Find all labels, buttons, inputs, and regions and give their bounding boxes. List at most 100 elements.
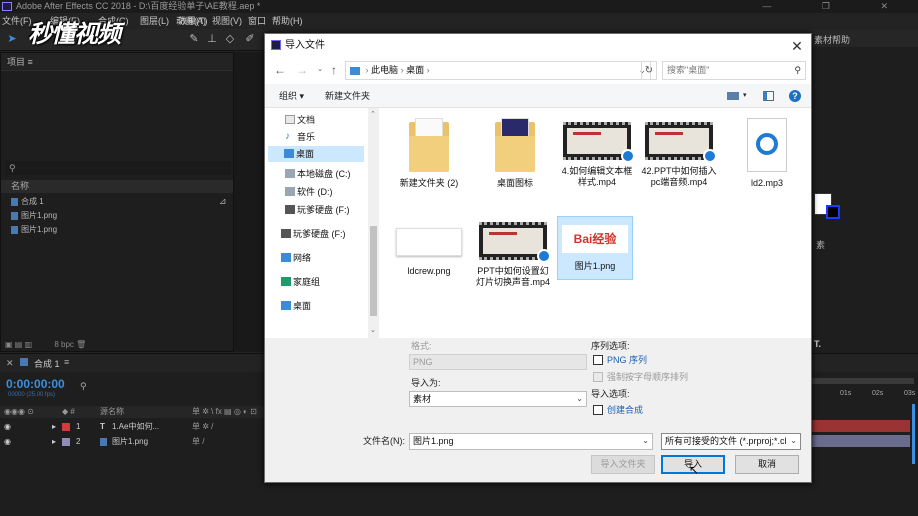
timeline-tab[interactable]: 合成 1 bbox=[34, 357, 60, 370]
nav-item-music[interactable]: ♪ 音乐 bbox=[269, 129, 369, 145]
file-item[interactable]: ldcrew.png bbox=[391, 220, 467, 277]
back-arrow-icon[interactable]: ← bbox=[273, 63, 287, 77]
expand-icon[interactable]: ▸ bbox=[52, 420, 56, 434]
create-composition-label[interactable]: 创建合成 bbox=[607, 404, 643, 416]
view-options-icon[interactable] bbox=[727, 92, 739, 100]
menu-help[interactable]: 帮助(H) bbox=[272, 13, 303, 29]
file-item[interactable]: 桌面图标 bbox=[477, 116, 553, 189]
right-panel-tabs[interactable]: 素材帮助 bbox=[812, 33, 918, 47]
nav-item-drive-f-2[interactable]: 玩爹硬盘 (F:) bbox=[265, 226, 365, 242]
layer-switches[interactable]: 单 / bbox=[192, 435, 204, 449]
eye-icon[interactable]: ◉ bbox=[4, 420, 11, 434]
create-composition-checkbox[interactable] bbox=[593, 405, 603, 415]
force-alphabetical-checkbox[interactable] bbox=[593, 372, 603, 382]
menu-view[interactable]: 视图(V) bbox=[212, 13, 242, 29]
project-item[interactable]: 图片1.png bbox=[11, 210, 57, 221]
import-as-select[interactable]: 素材 ⌄ bbox=[409, 391, 587, 407]
project-footer: ▣ ▤ ▥ 8 bpc 🗑 bbox=[5, 340, 87, 349]
breadcrumb-pc[interactable]: 此电脑 bbox=[371, 65, 398, 75]
stroke-color-swatch[interactable] bbox=[826, 205, 840, 219]
nav-item-drive-c[interactable]: 本地磁盘 (C:) bbox=[269, 166, 369, 182]
right-panels: 素材帮助 素 T. bbox=[812, 33, 918, 353]
address-bar[interactable]: › 此电脑 › 桌面 › ⌄ bbox=[345, 61, 651, 80]
eye-icon[interactable]: ◉ bbox=[4, 435, 11, 449]
work-area-bar[interactable] bbox=[812, 378, 914, 384]
layer-track-bar[interactable] bbox=[812, 420, 910, 432]
file-item[interactable]: 4.如何编辑文本框样式.mp4 bbox=[559, 116, 635, 188]
panel-menu-icon[interactable]: ≡ bbox=[64, 357, 69, 367]
label-color[interactable] bbox=[62, 438, 70, 446]
label-color[interactable] bbox=[62, 423, 70, 431]
breadcrumb-desktop[interactable]: 桌面 bbox=[406, 65, 424, 75]
organize-button[interactable]: 组织 ▾ bbox=[279, 84, 304, 108]
filename-input[interactable]: 图片1.png ⌄ bbox=[409, 433, 653, 450]
nav-item-desktop-2[interactable]: 桌面 bbox=[265, 298, 365, 314]
close-icon[interactable]: ✕ bbox=[789, 37, 805, 55]
layer-name[interactable]: 1.Ae中如何... bbox=[112, 420, 159, 434]
file-item[interactable]: 新建文件夹 (2) bbox=[391, 116, 467, 189]
nav-item-network[interactable]: 网络 bbox=[265, 250, 365, 266]
nav-item-homegroup[interactable]: 家庭组 bbox=[265, 274, 365, 290]
file-item-selected[interactable]: Bai经验 图片1.png bbox=[557, 216, 633, 280]
nav-item-documents[interactable]: 文档 bbox=[269, 112, 369, 128]
source-name-column[interactable]: 源名称 bbox=[100, 406, 124, 418]
png-sequence-label[interactable]: PNG 序列 bbox=[607, 354, 647, 366]
expand-icon[interactable]: ▸ bbox=[52, 435, 56, 449]
project-item[interactable]: 合成 1 bbox=[11, 196, 44, 207]
image-file-icon bbox=[11, 225, 18, 234]
help-icon[interactable]: ? bbox=[789, 90, 801, 102]
preview-pane-icon[interactable] bbox=[763, 91, 774, 101]
search-input[interactable]: 搜索"桌面" ⚲ bbox=[662, 61, 806, 80]
scrollbar-thumb[interactable] bbox=[370, 226, 377, 316]
up-arrow-icon[interactable]: ↑ bbox=[327, 63, 341, 77]
file-item[interactable]: PPT中如何设置幻灯片切换声音.mp4 bbox=[475, 216, 551, 288]
forward-arrow-icon[interactable]: → bbox=[295, 63, 309, 77]
folder-icon bbox=[409, 118, 449, 172]
roto-tool-icon[interactable]: ✐ bbox=[244, 33, 256, 45]
nav-item-drive-f[interactable]: 玩爹硬盘 (F:) bbox=[269, 202, 369, 218]
selection-tool-icon[interactable]: ➤ bbox=[6, 33, 18, 45]
png-sequence-checkbox[interactable] bbox=[593, 355, 603, 365]
label-icon: ◆ # bbox=[62, 407, 75, 416]
current-time[interactable]: 0:00:00:00 bbox=[6, 377, 65, 391]
time-ruler[interactable]: 01s 02s 03s bbox=[812, 390, 918, 402]
import-folder-button[interactable]: 导入文件夹 bbox=[591, 455, 655, 474]
brush-tool-icon[interactable]: ✎ bbox=[188, 33, 200, 45]
recent-dropdown-icon[interactable]: ⌄ bbox=[313, 63, 327, 77]
scroll-down-icon[interactable]: ⌄ bbox=[370, 326, 376, 334]
timeline-scrollbar[interactable] bbox=[912, 404, 915, 464]
new-folder-button[interactable]: 新建文件夹 bbox=[325, 84, 370, 108]
project-search-input[interactable]: ⚲ bbox=[5, 161, 231, 175]
eraser-tool-icon[interactable]: ◇ bbox=[224, 33, 236, 45]
cancel-button[interactable]: 取消 bbox=[735, 455, 799, 474]
nav-scrollbar[interactable]: ⌃ ⌄ bbox=[368, 108, 379, 338]
close-tab-icon[interactable]: ✕ bbox=[6, 358, 14, 369]
menu-animation[interactable]: 动画(A) bbox=[176, 13, 206, 29]
clone-tool-icon[interactable]: ⊥ bbox=[206, 33, 218, 45]
view-dropdown-icon[interactable]: ▾ bbox=[743, 84, 747, 108]
layer-row[interactable]: ◉ ▸ 2 图片1.png 单 / bbox=[0, 435, 264, 449]
timeline-search-icon[interactable]: ⚲ bbox=[80, 381, 87, 392]
file-item[interactable]: 42.PPT中如何插入pc端音频.mp4 bbox=[641, 116, 717, 188]
av-switches-icon[interactable]: ◉◉◉ ⊙ bbox=[4, 406, 34, 418]
chevron-down-icon: ⌄ bbox=[790, 434, 797, 448]
format-select[interactable]: PNG bbox=[409, 354, 587, 370]
flowchart-icon[interactable]: ⊿ bbox=[219, 196, 227, 207]
menu-window[interactable]: 窗口 bbox=[248, 13, 266, 29]
layer-track-bar[interactable] bbox=[812, 435, 910, 447]
scroll-up-icon[interactable]: ⌃ bbox=[370, 110, 376, 118]
search-icon[interactable]: ⚲ bbox=[794, 62, 801, 79]
project-column-name[interactable]: 名称 bbox=[1, 180, 233, 193]
refresh-icon[interactable]: ↻ bbox=[641, 61, 657, 80]
project-item[interactable]: 图片1.png bbox=[11, 224, 57, 235]
file-item[interactable]: ld2.mp3 bbox=[729, 116, 805, 189]
layer-row[interactable]: ◉ ▸ 1 T 1.Ae中如何... 单 ✲ / bbox=[0, 420, 264, 434]
menu-layer[interactable]: 图层(L) bbox=[140, 13, 169, 29]
window-controls[interactable]: — ❐ ✕ bbox=[762, 0, 912, 13]
nav-item-desktop[interactable]: 桌面 bbox=[268, 146, 364, 162]
nav-item-drive-d[interactable]: 软件 (D:) bbox=[269, 184, 369, 200]
layer-name[interactable]: 图片1.png bbox=[112, 435, 148, 449]
file-type-filter[interactable]: 所有可接受的文件 (*.prproj;*.cl ⌄ bbox=[661, 433, 801, 450]
sequence-options-label: 序列选项: bbox=[591, 341, 630, 351]
layer-switches[interactable]: 单 ✲ / bbox=[192, 420, 213, 434]
